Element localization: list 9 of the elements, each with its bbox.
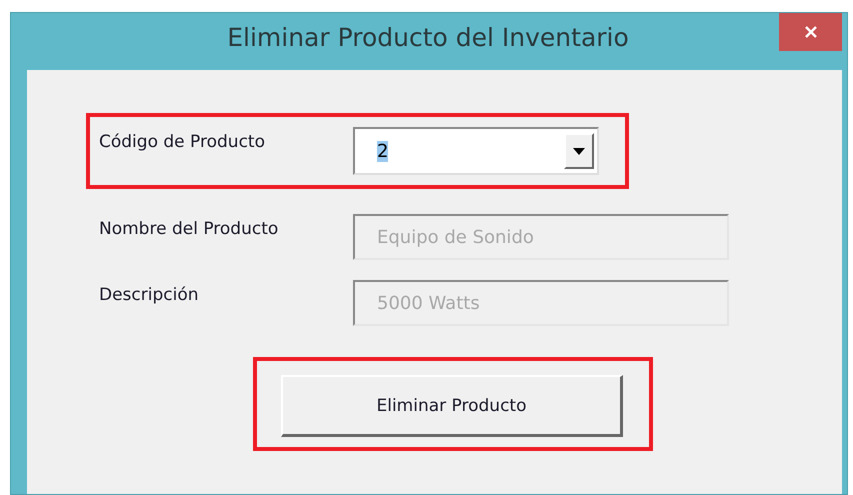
field-label: Código de Producto xyxy=(99,131,266,152)
window-title: Eliminar Producto del Inventario xyxy=(226,23,630,52)
close-icon xyxy=(804,25,818,39)
field-label: Descripción xyxy=(99,284,200,305)
product-code-dropdown[interactable]: 2 xyxy=(353,127,599,175)
field-label: Nombre del Producto xyxy=(99,218,280,239)
delete-product-button[interactable]: Eliminar Producto xyxy=(281,375,623,437)
dropdown-arrow-icon xyxy=(573,148,585,154)
close-button[interactable] xyxy=(779,13,842,51)
